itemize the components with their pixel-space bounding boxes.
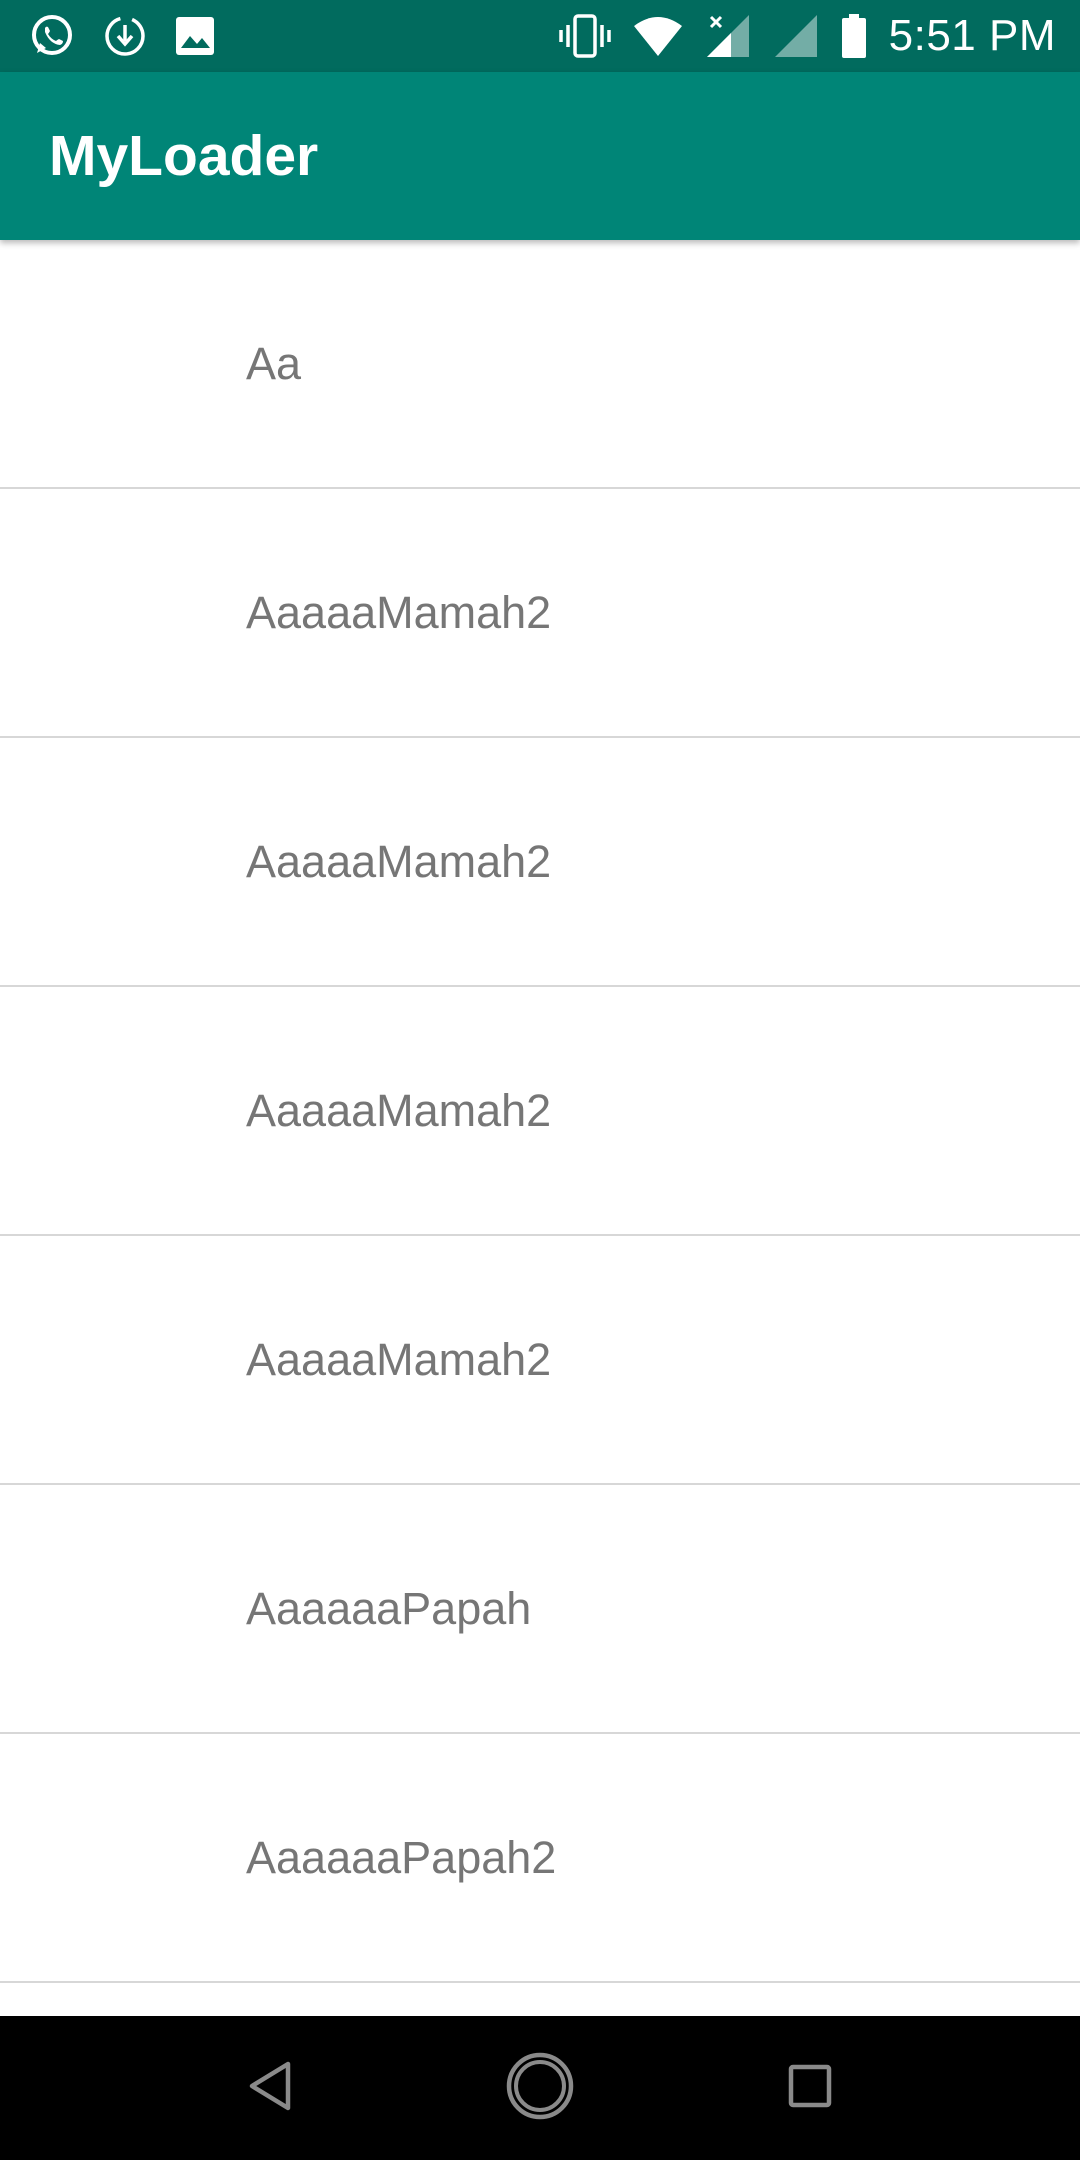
download-icon: [102, 13, 148, 59]
list-item-label: AaaaaMamah2: [246, 836, 552, 887]
list-item-label: Aa: [246, 338, 302, 389]
list-item[interactable]: AaaaaMamah2: [0, 489, 1080, 738]
status-bar: 5:51 PM: [0, 0, 1080, 72]
status-time: 5:51 PM: [888, 11, 1056, 60]
navigation-bar: [0, 2016, 1080, 2160]
list-item-label: AaaaaMamah2: [246, 1334, 552, 1385]
list-item-label: AaaaaMamah2: [246, 1085, 552, 1136]
vibrate-icon: [558, 13, 611, 59]
recents-icon: [788, 2064, 832, 2113]
home-icon: [505, 2051, 575, 2126]
image-icon: [174, 15, 216, 57]
back-icon: [246, 2060, 294, 2117]
item-list[interactable]: Aa AaaaaMamah2 AaaaaMamah2 AaaaaMamah2 A…: [0, 240, 1080, 2016]
status-notification-icons: [28, 10, 216, 62]
list-item[interactable]: AaaaaMamah2: [0, 738, 1080, 987]
list-item[interactable]: AaaaaMamah2: [0, 1236, 1080, 1485]
screen: 5:51 PM MyLoader Aa AaaaaMamah2 AaaaaMam…: [0, 0, 1080, 2160]
app-bar: MyLoader: [0, 72, 1080, 240]
list-item-label: AaaaaaPapah2: [246, 1832, 557, 1883]
whatsapp-icon: [28, 12, 76, 60]
list-item[interactable]: Aa: [0, 240, 1080, 489]
back-button[interactable]: [198, 2016, 342, 2160]
recents-button[interactable]: [738, 2016, 882, 2160]
status-system-icons: 5:51 PM: [558, 10, 1056, 62]
wifi-icon: [633, 14, 683, 58]
list-item-label: AaaaaaPapah: [246, 1583, 532, 1634]
list-item[interactable]: AaaaaaPapah: [0, 1485, 1080, 1734]
cell-signal-2-icon: [773, 13, 819, 59]
cell-signal-icon: [705, 13, 751, 59]
home-button[interactable]: [468, 2016, 612, 2160]
battery-icon: [841, 13, 867, 59]
list-item[interactable]: AaaaaMamah2: [0, 987, 1080, 1236]
list-item[interactable]: AaaaaaPapah2: [0, 1734, 1080, 1983]
app-title: MyLoader: [49, 124, 319, 188]
list-item-label: AaaaaMamah2: [246, 587, 552, 638]
